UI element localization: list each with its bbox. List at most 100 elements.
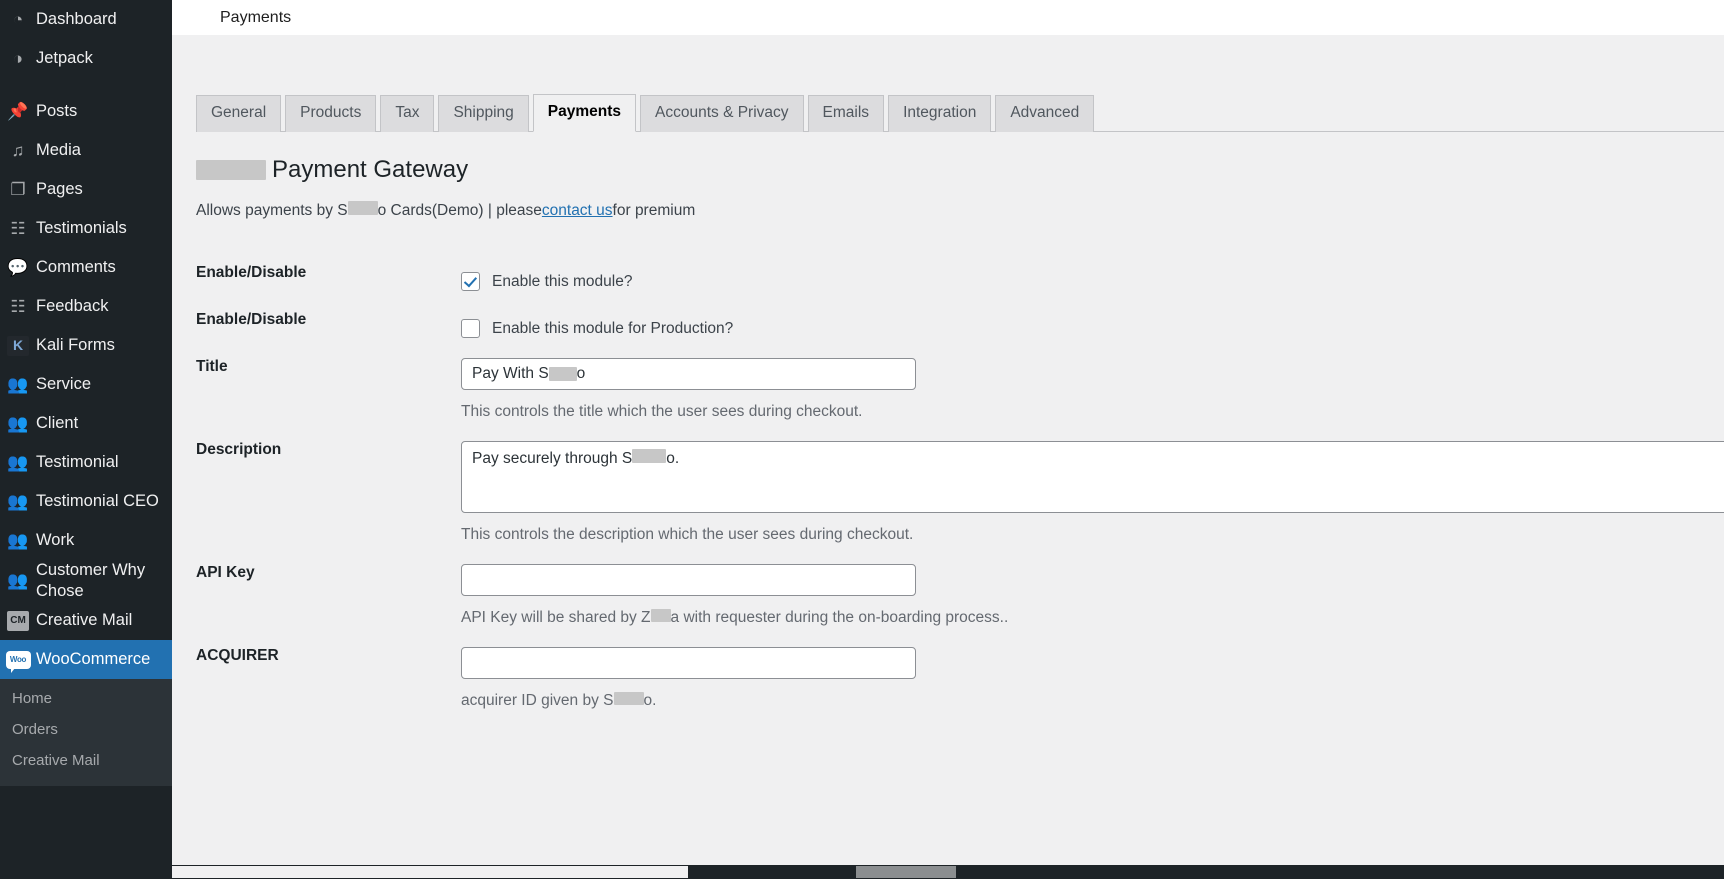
gateway-description: Allows payments by S o Cards(Demo) | plea… — [196, 201, 1724, 220]
sidebar-item-feedback[interactable]: ☷ Feedback — [0, 287, 172, 326]
sidebar-item-label: Testimonials — [36, 219, 127, 238]
tab-advanced[interactable]: Advanced — [995, 95, 1095, 132]
submenu-item-creative-mail[interactable]: Creative Mail — [0, 745, 172, 776]
contact-us-link[interactable]: contact us — [542, 202, 613, 220]
group-icon: 👥 — [7, 413, 29, 433]
sidebar-item-kali-forms[interactable]: K Kali Forms — [0, 326, 172, 365]
sidebar-item-jetpack[interactable]: ◑ Jetpack — [0, 39, 172, 78]
tab-payments[interactable]: Payments — [532, 94, 637, 132]
sidebar-item-label: Testimonial — [36, 453, 119, 472]
enable-production-label[interactable]: Enable this module for Production? — [492, 320, 733, 338]
gateway-desc-post: for premium — [612, 202, 696, 220]
sidebar-item-work[interactable]: 👥 Work — [0, 521, 172, 560]
gateway-heading: Payment Gateway — [196, 154, 1724, 185]
sidebar-item-dashboard[interactable]: ◔ Dashboard — [0, 0, 172, 39]
sidebar-item-customer-why-chose[interactable]: 👥 Customer Why Chose — [0, 560, 172, 601]
redacted-brand-inline-3 — [632, 449, 667, 464]
sidebar-item-testimonials[interactable]: ☷ Testimonials — [0, 209, 172, 248]
redacted-brand-inline-1 — [347, 201, 378, 216]
sidebar-item-label: Jetpack — [36, 49, 93, 68]
page-header: Payments — [172, 0, 1724, 36]
tab-general[interactable]: General — [196, 95, 282, 132]
redacted-brand-name-block — [196, 159, 266, 180]
sidebar-item-label: Service — [36, 375, 92, 394]
redacted-brand-inline-4 — [650, 609, 671, 623]
sidebar-item-label: Pages — [36, 180, 83, 199]
enable-production-checkbox[interactable] — [461, 319, 480, 339]
title-value-post: o — [576, 365, 586, 383]
sidebar-item-pages[interactable]: ❐ Pages — [0, 170, 172, 209]
tab-products[interactable]: Products — [285, 95, 377, 132]
sidebar-item-posts[interactable]: 📌 Posts — [0, 92, 172, 131]
sidebar-item-label: Media — [36, 141, 81, 160]
media-icon: ♫ — [11, 140, 25, 160]
sidebar-item-media[interactable]: ♫ Media — [0, 131, 172, 170]
label-enable-disable: Enable/Disable — [196, 264, 307, 282]
woocommerce-submenu: Home Orders Creative Mail — [0, 679, 172, 787]
settings-tabs: General Products Tax Shipping Payments Accoun… — [196, 92, 1724, 132]
tab-tax[interactable]: Tax — [380, 95, 435, 132]
horizontal-scrollbar[interactable] — [172, 865, 1724, 879]
acquirer-input[interactable] — [461, 647, 916, 680]
redacted-brand-inline-5 — [613, 692, 644, 706]
sidebar-item-comments[interactable]: 💬 Comments — [0, 248, 172, 287]
pages-icon: ❐ — [10, 179, 26, 199]
sidebar-item-label: Feedback — [36, 297, 109, 316]
api-key-input[interactable] — [461, 564, 916, 597]
tab-integration[interactable]: Integration — [888, 95, 992, 132]
tab-emails[interactable]: Emails — [807, 95, 885, 132]
label-description: Description — [196, 441, 282, 459]
sidebar-item-label: Client — [36, 414, 79, 433]
acquirer-hint: acquirer ID given by S o. — [461, 692, 1576, 710]
scrollbar-thumb[interactable] — [856, 866, 956, 878]
sidebar-item-label: Work — [36, 531, 75, 550]
label-acquirer: ACQUIRER — [196, 647, 279, 665]
sidebar-item-testimonial[interactable]: 👥 Testimonial — [0, 443, 172, 482]
scrollbar-track-left — [172, 866, 688, 878]
woocommerce-icon: Woo — [0, 650, 36, 673]
sidebar-item-woocommerce[interactable]: Woo WooCommerce — [0, 640, 172, 680]
api-key-hint: API Key will be shared by Z a with reques… — [461, 609, 1576, 627]
form-row-api-key: API Key API Key will be shared by Z a wit… — [196, 544, 1576, 627]
description-value-post: o. — [666, 450, 680, 468]
acquirer-hint-post: o. — [643, 692, 657, 710]
main-content: Payments General Products Tax Shipping Payme… — [172, 0, 1724, 879]
title-hint: This controls the title which the user s… — [461, 403, 863, 421]
sidebar-item-label: WooCommerce — [36, 650, 151, 669]
sidebar-item-label: Creative Mail — [36, 611, 133, 630]
title-value-pre: Pay With S — [472, 365, 549, 383]
testimonials-icon: ☷ — [10, 218, 26, 238]
tab-accounts-privacy[interactable]: Accounts & Privacy — [640, 95, 804, 132]
api-key-hint-pre: API Key will be shared by Z — [461, 609, 651, 627]
sidebar-item-label: Posts — [36, 102, 78, 121]
pin-icon: 📌 — [7, 101, 29, 121]
group-icon: 👥 — [7, 452, 29, 472]
sidebar-item-creative-mail[interactable]: CM Creative Mail — [0, 601, 172, 640]
label-enable-disable-production: Enable/Disable — [196, 311, 307, 329]
form-row-title: Title Pay With S o This controls the titl… — [196, 338, 1576, 421]
sidebar-item-label: Kali Forms — [36, 336, 115, 355]
page-title: Payments — [220, 8, 292, 26]
acquirer-hint-pre: acquirer ID given by S — [461, 692, 614, 710]
submenu-item-orders[interactable]: Orders — [0, 714, 172, 745]
submenu-item-home[interactable]: Home — [0, 683, 172, 714]
sidebar-item-service[interactable]: 👥 Service — [0, 365, 172, 404]
sidebar-item-testimonial-ceo[interactable]: 👥 Testimonial CEO — [0, 482, 172, 521]
settings-body: General Products Tax Shipping Payments Accoun… — [172, 92, 1724, 710]
tab-shipping[interactable]: Shipping — [438, 95, 529, 132]
form-row-enable-module: Enable/Disable Enable this module? — [196, 244, 1576, 292]
api-key-hint-post: a with requester during the on-boarding … — [670, 609, 1009, 627]
admin-sidebar: ◔ Dashboard ◑ Jetpack 📌 Posts ♫ Media ❐ Pages ☷ Tes… — [0, 0, 172, 879]
enable-module-checkbox[interactable] — [461, 272, 480, 292]
sidebar-item-client[interactable]: 👥 Client — [0, 404, 172, 443]
creative-mail-icon: CM — [0, 610, 36, 631]
title-input[interactable]: Pay With S o — [461, 358, 916, 391]
jetpack-icon: ◑ — [12, 48, 24, 68]
description-textarea[interactable]: Pay securely through S o. — [461, 441, 1724, 514]
enable-module-label[interactable]: Enable this module? — [492, 273, 632, 291]
gateway-desc-pre: Allows payments by S — [196, 202, 348, 220]
sidebar-item-label: Customer Why Chose — [36, 561, 146, 600]
feedback-icon: ☷ — [10, 296, 26, 316]
group-icon: 👥 — [7, 374, 29, 394]
redacted-brand-inline-2 — [548, 367, 577, 382]
